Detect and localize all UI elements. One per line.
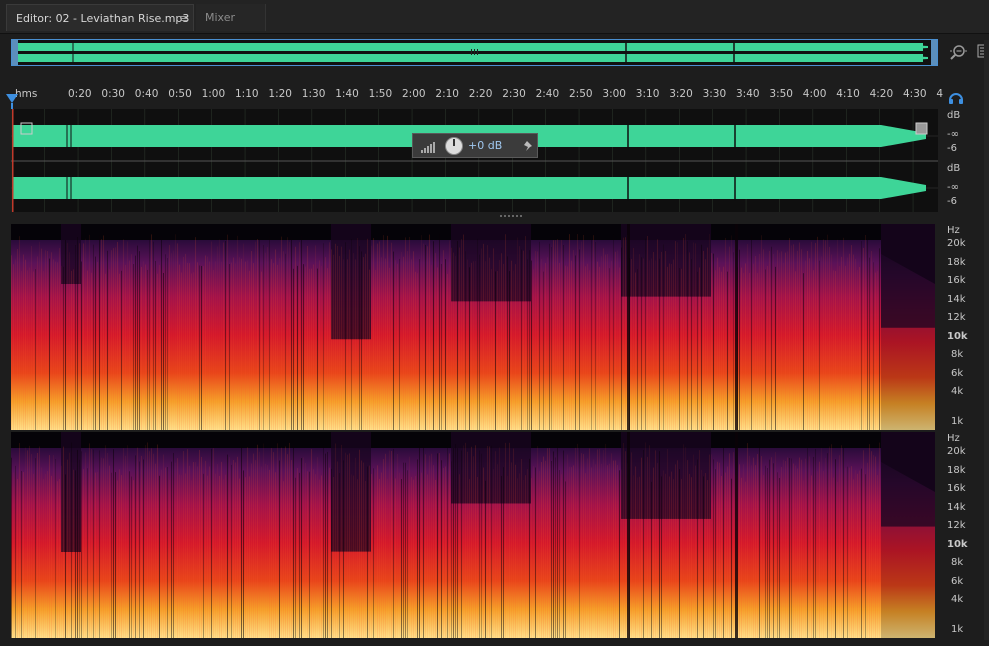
headphones-icon[interactable] <box>947 89 965 105</box>
zoom-in-icon[interactable] <box>948 42 968 62</box>
ruler-tick-label: 0:40 <box>134 88 159 100</box>
ruler-tick-label: 4 <box>936 88 944 100</box>
panel-divider-handle[interactable] <box>500 215 524 218</box>
hz-label: 10k <box>947 538 968 550</box>
overview-left-handle[interactable] <box>12 40 18 65</box>
ruler-tick-label: 3:10 <box>635 88 660 100</box>
ruler-tick-label: 3:50 <box>769 88 793 100</box>
ruler-tick-label: 3:20 <box>669 88 693 100</box>
ruler-tick-label: 2:00 <box>402 88 426 100</box>
db-unit: dB <box>947 163 961 174</box>
overview-navigator[interactable] <box>11 39 938 66</box>
spectral-display-channel-1[interactable] <box>11 224 935 430</box>
tab-mixer-label: Mixer <box>205 11 236 24</box>
waveform-channels <box>11 109 938 212</box>
hz-label: 6k <box>951 367 964 379</box>
ruler-tick-label: 3:30 <box>702 88 727 100</box>
db-axis-channel-2: dB -∞ -6 <box>947 163 977 213</box>
ruler-tick-label: 1:10 <box>235 88 259 100</box>
ruler-tick-label: 2:10 <box>435 88 459 100</box>
hz-label: 12k <box>947 520 966 531</box>
ruler-tick-label: 4:30 <box>903 88 927 100</box>
tab-editor[interactable]: Editor: 02 - Leviathan Rise.mp3 ≡ <box>6 4 194 31</box>
ruler-tick-label: 0:50 <box>168 88 192 100</box>
level-meter-icon <box>421 142 435 153</box>
hz-label: 20k <box>947 238 966 249</box>
vertical-scrollbar[interactable] <box>984 40 989 640</box>
hz-label: 6k <box>951 575 964 587</box>
hz-unit: Hz <box>947 225 960 236</box>
ruler-tick-label: 1:20 <box>268 88 292 100</box>
ruler-tick-label: 3:00 <box>602 88 626 100</box>
hz-label: 16k <box>947 275 966 286</box>
tab-editor-label: Editor: 02 - Leviathan Rise.mp3 <box>16 12 190 25</box>
hz-label: 18k <box>947 464 966 476</box>
hz-label: 14k <box>947 501 966 513</box>
ruler-tick-label: 4:10 <box>836 88 860 100</box>
ruler-tick-label: 2:30 <box>502 88 526 100</box>
waveform-display[interactable] <box>11 109 938 212</box>
pin-icon[interactable] <box>523 140 535 152</box>
ruler-tick-label: 4:20 <box>869 88 894 100</box>
hz-label: 8k <box>951 557 964 568</box>
hz-label: 18k <box>947 256 966 268</box>
ruler-tick-label: 2:20 <box>468 88 493 100</box>
fade-out-handle <box>915 122 928 135</box>
hz-label: 12k <box>947 312 966 323</box>
ruler-tick-label: 2:40 <box>535 88 560 100</box>
db-axis-channel-1: dB -∞ -6 <box>947 110 977 160</box>
playhead-marker[interactable] <box>6 94 18 103</box>
hz-label: 10k <box>947 330 968 342</box>
ruler-tick-label: 4:00 <box>802 88 827 100</box>
volume-knob-icon[interactable] <box>444 136 464 156</box>
tab-menu-icon[interactable]: ≡ <box>179 5 188 32</box>
frequency-axis-channel-1: Hz 20k 18k 16k 14k 12k 10k 8k 6k 4k 1k <box>945 224 985 430</box>
ruler-tick-label: 1:40 <box>335 88 359 100</box>
overview-waveform <box>18 42 928 63</box>
spectrogram-channel-2 <box>11 432 935 638</box>
ruler-tick-label: 1:00 <box>201 88 226 100</box>
volume-value[interactable]: +0 dB <box>468 139 502 152</box>
hz-label: 8k <box>951 349 964 360</box>
time-ruler[interactable]: hms 0:20 0:30 0:40 0:50 1:00 1:10 1:20 1:30 1:40… <box>11 88 943 104</box>
volume-hud[interactable]: +0 dB <box>412 133 538 158</box>
ruler-tick-label: 1:50 <box>368 88 393 100</box>
db-unit: dB <box>947 110 961 121</box>
hz-label: 1k <box>951 416 964 427</box>
ruler-tick-label: 3:40 <box>736 88 760 100</box>
tab-mixer[interactable]: Mixer <box>196 4 266 31</box>
spectral-display-channel-2[interactable] <box>11 432 935 638</box>
time-unit-label: hms <box>15 88 38 100</box>
hz-label: 4k <box>951 594 964 605</box>
db-label: -∞ <box>947 182 959 193</box>
hz-unit: Hz <box>947 433 960 444</box>
hz-label: 14k <box>947 293 966 305</box>
ruler-tick-label: 0:20 <box>68 88 92 100</box>
overview-right-handle[interactable] <box>931 40 937 65</box>
ruler-tick-label: 2:50 <box>569 88 593 100</box>
frequency-axis-channel-2: Hz 20k 18k 16k 14k 12k 10k 8k 6k 4k 1k <box>945 432 985 638</box>
spectrogram-channel-1 <box>11 224 935 430</box>
db-label: -∞ <box>947 129 959 140</box>
db-label: -6 <box>947 196 957 207</box>
hz-label: 20k <box>947 446 966 457</box>
db-label: -6 <box>947 143 957 154</box>
hz-label: 1k <box>951 624 964 635</box>
hz-label: 4k <box>951 386 964 397</box>
ruler-tick-label: 1:30 <box>301 88 326 100</box>
hz-label: 16k <box>947 483 966 494</box>
ruler-tick-label: 0:30 <box>101 88 125 100</box>
